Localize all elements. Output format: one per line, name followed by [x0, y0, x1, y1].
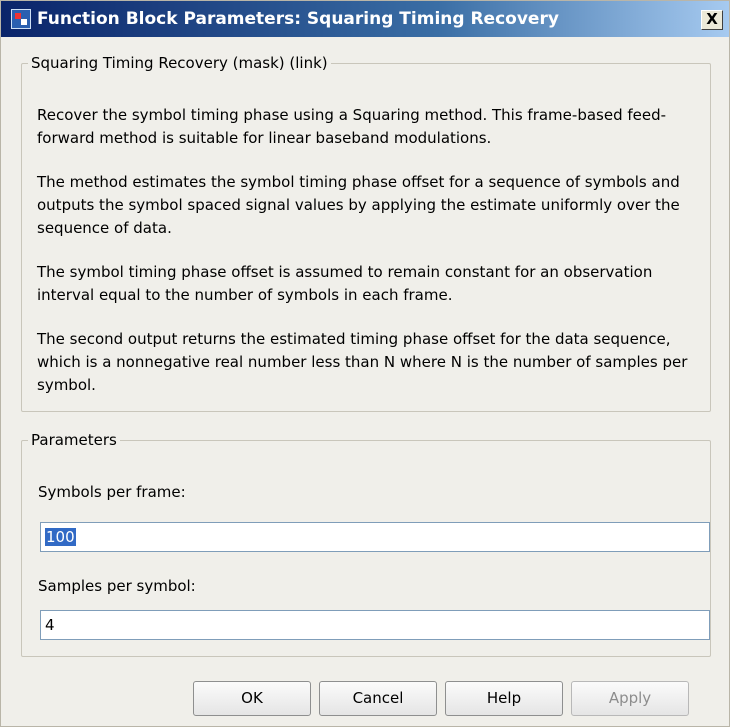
- symbols-per-frame-value: 100: [45, 528, 76, 546]
- ok-button[interactable]: OK: [193, 681, 311, 716]
- window-title: Function Block Parameters: Squaring Timi…: [37, 9, 559, 29]
- description-group: Squaring Timing Recovery (mask) (link) R…: [21, 54, 711, 412]
- simulink-block-icon: [11, 9, 31, 29]
- help-button[interactable]: Help: [445, 681, 563, 716]
- parameters-group: Parameters Symbols per frame: 100 Sample…: [21, 431, 711, 657]
- samples-per-symbol-value: 4: [45, 616, 55, 634]
- parameters-legend: Parameters: [31, 431, 117, 449]
- close-button[interactable]: X: [701, 10, 723, 30]
- symbols-per-frame-label: Symbols per frame:: [38, 483, 186, 501]
- dialog-window: Function Block Parameters: Squaring Timi…: [0, 0, 730, 727]
- description-paragraph-1: Recover the symbol timing phase using a …: [37, 106, 667, 147]
- samples-per-symbol-label: Samples per symbol:: [38, 577, 196, 595]
- description-text: Recover the symbol timing phase using a …: [37, 104, 697, 418]
- apply-button[interactable]: Apply: [571, 681, 689, 716]
- samples-per-symbol-input[interactable]: 4: [40, 610, 710, 640]
- title-bar[interactable]: Function Block Parameters: Squaring Timi…: [1, 1, 729, 37]
- description-paragraph-4: The second output returns the estimated …: [37, 330, 688, 394]
- description-legend: Squaring Timing Recovery (mask) (link): [31, 54, 328, 72]
- cancel-button[interactable]: Cancel: [319, 681, 437, 716]
- description-paragraph-3: The symbol timing phase offset is assume…: [37, 263, 653, 304]
- symbols-per-frame-input[interactable]: 100: [40, 522, 710, 552]
- description-paragraph-2: The method estimates the symbol timing p…: [37, 173, 680, 237]
